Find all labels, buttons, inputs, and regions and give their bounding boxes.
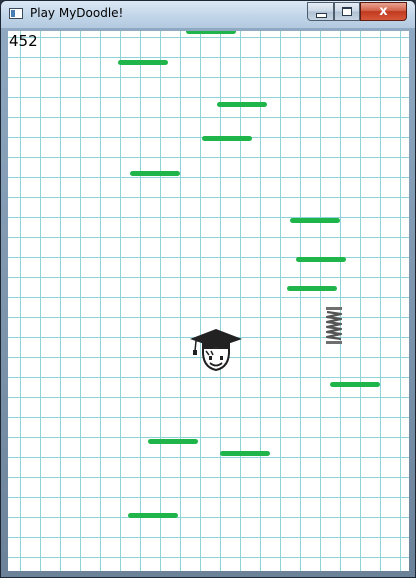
platform xyxy=(287,286,337,291)
game-canvas[interactable]: 452 xyxy=(8,31,409,571)
platform xyxy=(290,218,340,223)
minimize-button[interactable] xyxy=(307,2,334,21)
close-button[interactable]: x xyxy=(360,2,407,21)
platform xyxy=(330,382,380,387)
platform xyxy=(148,439,198,444)
app-icon xyxy=(9,8,23,19)
platform xyxy=(220,451,270,456)
platform xyxy=(217,102,267,107)
platform xyxy=(202,136,252,141)
platform xyxy=(118,60,168,65)
spring-icon xyxy=(325,307,343,344)
score-counter: 452 xyxy=(9,32,38,50)
platform xyxy=(128,513,178,518)
close-icon: x xyxy=(379,4,388,19)
maximize-icon xyxy=(342,7,352,16)
window-title: Play MyDoodle! xyxy=(30,6,124,20)
platform xyxy=(296,257,346,262)
platform xyxy=(186,31,236,34)
maximize-button[interactable] xyxy=(334,2,360,21)
minimize-icon xyxy=(316,13,327,18)
title-bar[interactable]: Play MyDoodle! x xyxy=(1,1,415,28)
doodler-icon[interactable] xyxy=(189,329,243,373)
game-window: Play MyDoodle! x 452 xyxy=(0,0,416,578)
platform xyxy=(130,171,180,176)
